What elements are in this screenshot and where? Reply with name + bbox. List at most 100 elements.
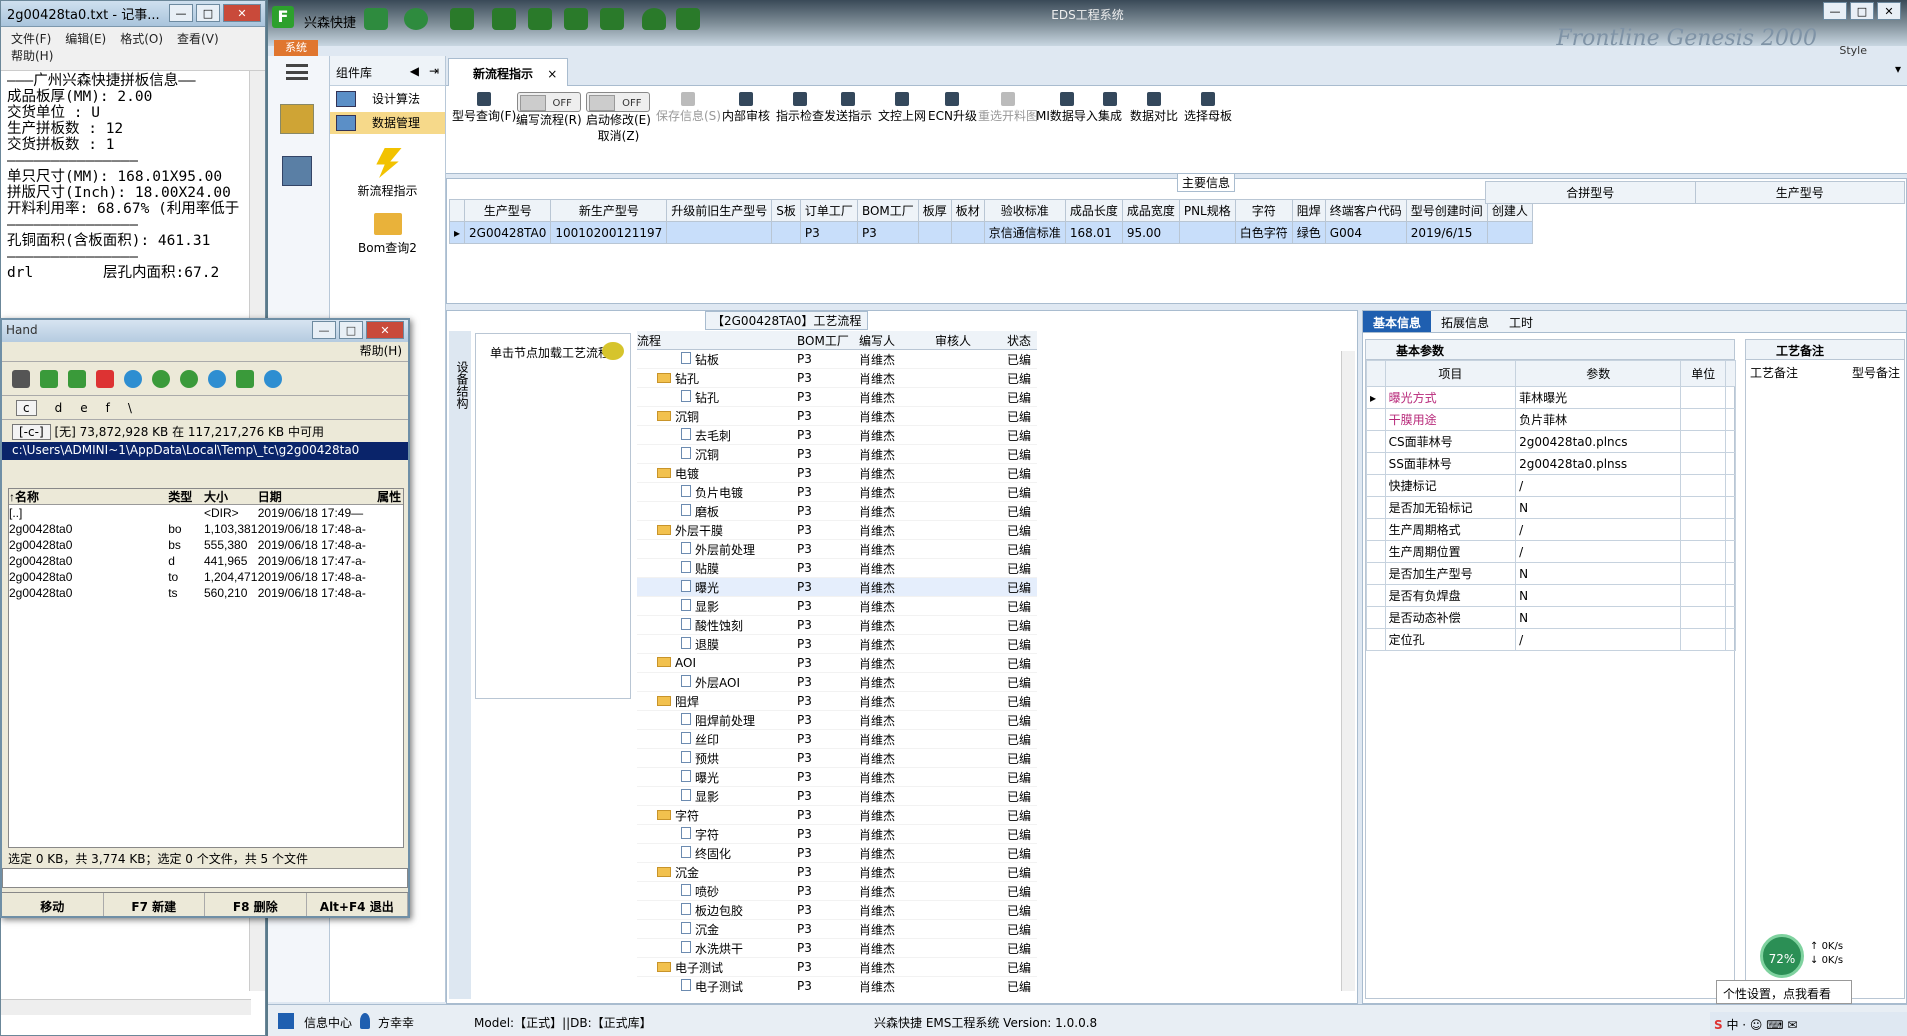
drive-e[interactable]: e <box>80 401 87 415</box>
ribbon-button[interactable]: 集成 <box>1098 92 1122 124</box>
param-unit[interactable] <box>1680 518 1726 541</box>
column-header[interactable]: 升级前旧生产型号 <box>666 199 773 222</box>
minimize-button[interactable]: — <box>169 4 193 22</box>
param-unit[interactable] <box>1680 430 1726 453</box>
ribbon-button[interactable]: 选择母板 <box>1184 92 1232 124</box>
toggle-switch[interactable]: OFF <box>516 92 581 112</box>
param-value[interactable]: / <box>1515 540 1682 563</box>
tree-row[interactable]: 电镀 P3 肖维杰 已编 <box>637 464 1037 483</box>
tab-new-flow-instruction[interactable]: 新流程指示 × <box>448 58 568 86</box>
param-value[interactable]: 负片菲林 <box>1515 408 1682 431</box>
tab-dropdown-icon[interactable]: ▾ <box>1895 62 1901 76</box>
tree-scrollbar[interactable] <box>1341 351 1355 991</box>
param-value[interactable]: 2g00428ta0.plnss <box>1515 452 1682 475</box>
ribbon-button[interactable]: 重选开料图 <box>978 92 1038 124</box>
drive-select[interactable]: [-c-] <box>12 424 51 440</box>
tree-row[interactable]: 外层前处理 P3 肖维杰 已编 <box>637 540 1037 559</box>
params-row[interactable]: 是否有负焊盘 N <box>1366 584 1737 607</box>
hamburger-menu-icon[interactable] <box>286 64 308 80</box>
param-value[interactable]: 菲林曝光 <box>1515 386 1682 409</box>
drive-d[interactable]: d <box>55 401 63 415</box>
new-flow-instruction-item[interactable]: 新流程指示 <box>330 148 445 199</box>
lib-item-data-management[interactable]: 数据管理 <box>330 112 445 134</box>
tc-column-header[interactable]: 类型 <box>168 488 204 505</box>
grid-cell[interactable]: 京信通信标准 <box>983 221 1066 244</box>
tree-row[interactable]: 板边包胶 P3 肖维杰 已编 <box>637 901 1037 920</box>
tree-row[interactable]: 字符 P3 肖维杰 已编 <box>637 806 1037 825</box>
ribbon-button[interactable]: MI数据导入 <box>1036 92 1098 124</box>
back-arrow-icon[interactable]: ◀ <box>410 64 419 78</box>
tc-column-header[interactable]: ↑名称 <box>9 488 168 505</box>
tree-column-header[interactable]: 状态 <box>1007 332 1037 349</box>
column-header[interactable]: 终端客户代码 <box>1324 199 1407 222</box>
tree-row[interactable]: 阻焊 P3 肖维杰 已编 <box>637 692 1037 711</box>
tree-row[interactable]: 退膜 P3 肖维杰 已编 <box>637 635 1037 654</box>
ribbon-button[interactable]: 型号查询(F) <box>452 92 516 124</box>
pdf-icon[interactable] <box>96 369 114 388</box>
tc-file-row[interactable]: 2g00428ta0 d 441,965 2019/06/18 17:47-a- <box>9 553 403 569</box>
column-header[interactable]: 成品宽度 <box>1121 199 1180 222</box>
col-production-model[interactable]: 生产型号 <box>1694 181 1905 204</box>
param-value[interactable]: / <box>1515 518 1682 541</box>
col-model-note[interactable]: 型号备注 <box>1852 364 1900 381</box>
close-button[interactable]: ✕ <box>366 321 404 339</box>
grid-cell[interactable]: 绿色 <box>1291 221 1326 244</box>
exit-button[interactable]: Alt+F4 退出 <box>307 893 408 916</box>
grid-cell[interactable]: 2019/6/15 <box>1405 221 1488 244</box>
param-unit[interactable] <box>1680 386 1726 409</box>
tree-row[interactable]: 钻板 P3 肖维杰 已编 <box>637 350 1037 369</box>
params-column-header[interactable]: 参数 <box>1515 360 1682 387</box>
param-value[interactable]: / <box>1515 628 1682 651</box>
params-column-header[interactable]: 项目 <box>1384 360 1517 387</box>
param-unit[interactable] <box>1680 606 1726 629</box>
menu-file[interactable]: 文件(F) <box>11 32 51 46</box>
tab-extended-info[interactable]: 拓展信息 <box>1431 311 1499 332</box>
bom-query-item[interactable]: Bom查询2 <box>330 213 445 256</box>
param-unit[interactable] <box>1680 474 1726 497</box>
column-header[interactable]: BOM工厂 <box>856 199 919 222</box>
drive-f[interactable]: f <box>106 401 110 415</box>
tree-row[interactable]: 外层AOI P3 肖维杰 已编 <box>637 673 1037 692</box>
grid-cell[interactable]: 168.01 <box>1064 221 1123 244</box>
tc-titlebar[interactable]: Hand — □ ✕ <box>2 320 408 342</box>
tree-row[interactable]: 钻孔 P3 肖维杰 已编 <box>637 369 1037 388</box>
f7-new-button[interactable]: F7 新建 <box>104 893 205 916</box>
yx-module-icon[interactable] <box>280 104 314 134</box>
param-value[interactable]: N <box>1515 606 1682 629</box>
tree-row[interactable]: 贴膜 P3 肖维杰 已编 <box>637 559 1037 578</box>
tree-row[interactable]: 沉铜 P3 肖维杰 已编 <box>637 445 1037 464</box>
tree-row[interactable]: 钻孔 P3 肖维杰 已编 <box>637 388 1037 407</box>
ribbon-button[interactable]: 文控上网 <box>878 92 926 124</box>
grid-cell[interactable]: 2G00428TA0 <box>464 221 552 244</box>
tree-row[interactable]: 阻焊前处理 P3 肖维杰 已编 <box>637 711 1037 730</box>
tc-column-header[interactable]: 属性 <box>377 488 403 505</box>
column-header[interactable]: 阻焊 <box>1291 199 1326 222</box>
tc-column-header[interactable]: 大小 <box>204 488 258 505</box>
grid-cell[interactable]: 白色字符 <box>1234 221 1293 244</box>
param-value[interactable]: N <box>1515 562 1682 585</box>
tc-path[interactable]: c:\Users\ADMINI~1\AppData\Local\Temp\_tc… <box>2 442 408 460</box>
tree-row[interactable]: 丝印 P3 肖维杰 已编 <box>637 730 1037 749</box>
grid-cell[interactable] <box>1178 221 1236 244</box>
grid-cell[interactable] <box>917 221 952 244</box>
param-unit[interactable] <box>1680 584 1726 607</box>
horizontal-scrollbar[interactable] <box>1 999 251 1015</box>
params-row[interactable]: 生产周期位置 / <box>1366 540 1737 563</box>
info-center[interactable]: 信息中心 <box>304 1014 352 1031</box>
tree-row[interactable]: 显影 P3 肖维杰 已编 <box>637 787 1037 806</box>
binoculars-icon[interactable] <box>12 369 30 388</box>
column-header[interactable]: 新生产型号 <box>550 199 668 222</box>
column-header[interactable]: 验收标准 <box>983 199 1066 222</box>
calculator-icon[interactable] <box>282 156 312 186</box>
tree-column-header[interactable]: 流程 <box>637 332 797 349</box>
ribbon-button[interactable]: 内部审核 <box>722 92 770 124</box>
params-row[interactable]: 生产周期格式 / <box>1366 518 1737 541</box>
excel-icon[interactable] <box>68 369 86 388</box>
tree-column-header[interactable]: 审核人 <box>935 332 1007 349</box>
grid-cell[interactable] <box>771 221 801 244</box>
close-button[interactable]: ✕ <box>1877 2 1901 20</box>
excel-icon[interactable] <box>40 369 58 388</box>
param-value[interactable]: / <box>1515 474 1682 497</box>
tc-menu-help[interactable]: 帮助(H) <box>2 342 408 362</box>
close-button[interactable]: ✕ <box>223 4 261 22</box>
